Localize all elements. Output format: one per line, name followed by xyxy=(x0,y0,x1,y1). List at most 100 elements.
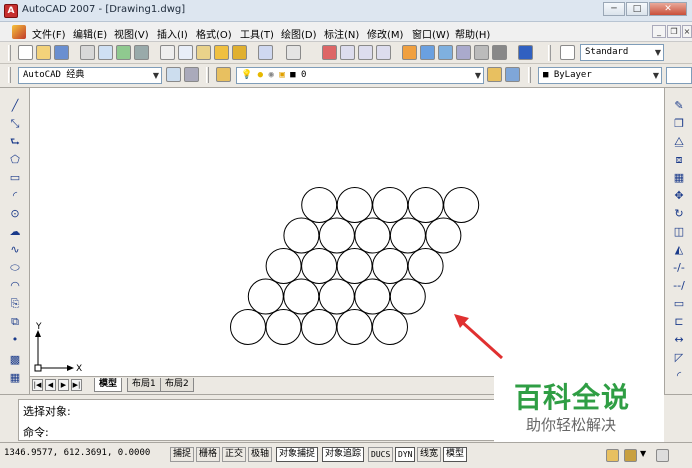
circle-shape[interactable] xyxy=(372,187,409,223)
prev-tab-icon[interactable]: ◀ xyxy=(45,379,56,391)
toolbar-grip[interactable] xyxy=(206,67,209,83)
rectangle-icon[interactable]: ▭ xyxy=(5,170,25,186)
scale-icon[interactable]: ◫ xyxy=(669,224,689,240)
drawing-svg[interactable]: Y X xyxy=(30,88,664,376)
polar-toggle[interactable]: 极轴 xyxy=(248,447,273,462)
tab-layout2[interactable]: 布局2 xyxy=(160,378,194,392)
ortho-toggle[interactable]: 正交 xyxy=(222,447,247,462)
circle-shape[interactable] xyxy=(407,248,444,284)
move-icon[interactable]: ✥ xyxy=(669,188,689,204)
hatch-icon[interactable]: ▩ xyxy=(5,352,25,368)
snap-toggle[interactable]: 捕捉 xyxy=(170,447,195,462)
circle-shape[interactable] xyxy=(372,248,409,284)
ellipse-icon[interactable]: ⬭ xyxy=(5,260,25,276)
print-icon[interactable] xyxy=(80,45,95,60)
match-properties-icon[interactable] xyxy=(214,45,229,60)
layer-previous-icon[interactable] xyxy=(505,67,520,82)
circle-shape[interactable] xyxy=(283,217,320,254)
text-style-select[interactable]: Standard ▼ xyxy=(580,44,664,61)
trim-icon[interactable]: -/- xyxy=(669,260,689,276)
copy-object-icon[interactable]: ❐ xyxy=(669,116,689,132)
circle-shape[interactable] xyxy=(301,187,338,223)
command-prompt[interactable]: 命令: xyxy=(23,424,49,440)
otrack-toggle[interactable]: 对象追踪 xyxy=(322,447,365,462)
coordinate-readout[interactable]: 1346.9577, 612.3691, 0.0000 xyxy=(4,448,150,458)
toolbar-grip[interactable] xyxy=(528,67,531,83)
doc-close-button[interactable]: × xyxy=(682,25,692,38)
zoom-window-icon[interactable] xyxy=(358,45,373,60)
menu-file[interactable]: 文件(F) xyxy=(32,26,66,41)
toolbar-grip[interactable] xyxy=(548,45,551,61)
circle-shape[interactable] xyxy=(354,278,391,315)
model-toggle[interactable]: 模型 xyxy=(443,447,468,462)
circle-shape[interactable] xyxy=(230,309,266,345)
chamfer-icon[interactable]: ◸ xyxy=(669,350,689,366)
circle-shape[interactable] xyxy=(247,278,284,315)
menu-edit[interactable]: 编辑(E) xyxy=(73,26,107,41)
first-tab-icon[interactable]: |◀ xyxy=(32,379,43,391)
circle-shape[interactable] xyxy=(425,217,462,254)
undo-icon[interactable] xyxy=(258,45,273,60)
ellipse-arc-icon[interactable]: ◠ xyxy=(5,278,25,294)
array-icon[interactable]: ▦ xyxy=(669,170,689,186)
tab-model[interactable]: 模型 xyxy=(94,378,123,392)
workspace-select[interactable]: AutoCAD 经典 ▼ xyxy=(18,67,162,84)
arc-icon[interactable]: ◜ xyxy=(5,188,25,204)
fillet-icon[interactable]: ◜ xyxy=(669,368,689,384)
circle-shape[interactable] xyxy=(283,278,320,315)
tool-palettes-icon[interactable] xyxy=(438,45,453,60)
grid-toggle[interactable]: 栅格 xyxy=(196,447,221,462)
redo-icon[interactable] xyxy=(286,45,301,60)
revision-cloud-icon[interactable]: ☁ xyxy=(5,224,25,240)
doc-restore-button[interactable]: ❐ xyxy=(667,25,681,38)
maximize-button[interactable]: □ xyxy=(626,2,648,16)
menu-window[interactable]: 窗口(W) xyxy=(412,26,450,41)
circle-shape[interactable] xyxy=(354,217,391,254)
rotate-icon[interactable]: ↻ xyxy=(669,206,689,222)
menu-help[interactable]: 帮助(H) xyxy=(455,26,490,41)
dyn-toggle[interactable]: DYN xyxy=(395,447,416,462)
markup-icon[interactable] xyxy=(474,45,489,60)
circle-shape[interactable] xyxy=(318,278,355,315)
make-block-icon[interactable]: ⧉ xyxy=(5,314,25,330)
join-icon[interactable]: ↔ xyxy=(669,332,689,348)
polyline-icon[interactable]: ⮑ xyxy=(5,134,25,150)
ducs-toggle[interactable]: DUCS xyxy=(368,447,394,462)
circle-shape[interactable] xyxy=(265,309,302,345)
linetype-select[interactable] xyxy=(666,67,692,84)
make-current-layer-icon[interactable] xyxy=(487,67,502,82)
menu-modify[interactable]: 修改(M) xyxy=(367,26,403,41)
circle-shape[interactable] xyxy=(301,248,338,284)
layer-manager-icon[interactable] xyxy=(216,67,231,82)
circle-shape[interactable] xyxy=(265,248,302,284)
stretch-icon[interactable]: ◭ xyxy=(669,242,689,258)
new-icon[interactable] xyxy=(18,45,33,60)
break-icon[interactable]: ⊏ xyxy=(669,314,689,330)
lineweight-toggle[interactable]: 线宽 xyxy=(417,447,442,462)
save-workspace-icon[interactable] xyxy=(184,67,199,82)
circle-shape[interactable] xyxy=(372,309,408,345)
menu-view[interactable]: 视图(V) xyxy=(114,26,149,41)
point-icon[interactable]: • xyxy=(5,332,25,348)
last-tab-icon[interactable]: ▶| xyxy=(71,379,82,391)
workspace-settings-icon[interactable] xyxy=(166,67,181,82)
menu-tools[interactable]: 工具(T) xyxy=(240,26,274,41)
autocad-logo-icon[interactable]: A xyxy=(4,4,18,18)
sheet-set-icon[interactable] xyxy=(456,45,471,60)
circle-shape[interactable] xyxy=(389,217,426,254)
close-button[interactable]: ✕ xyxy=(649,2,687,16)
tab-layout1[interactable]: 布局1 xyxy=(127,378,161,392)
zoom-realtime-icon[interactable] xyxy=(340,45,355,60)
publish-icon[interactable] xyxy=(116,45,131,60)
toolbar-grip[interactable] xyxy=(8,67,11,83)
paste-icon[interactable] xyxy=(196,45,211,60)
calculator-icon[interactable] xyxy=(492,45,507,60)
clean-screen-icon[interactable] xyxy=(656,449,669,462)
erase-icon[interactable]: ✎ xyxy=(669,98,689,114)
toolbar-grip[interactable] xyxy=(8,45,11,61)
3d-dwf-icon[interactable] xyxy=(134,45,149,60)
color-select[interactable]: ■ ByLayer ▼ xyxy=(538,67,662,84)
gradient-icon[interactable]: ▦ xyxy=(5,370,25,386)
construction-line-icon[interactable]: ⤡ xyxy=(5,116,25,132)
circle-shape[interactable] xyxy=(443,187,480,223)
